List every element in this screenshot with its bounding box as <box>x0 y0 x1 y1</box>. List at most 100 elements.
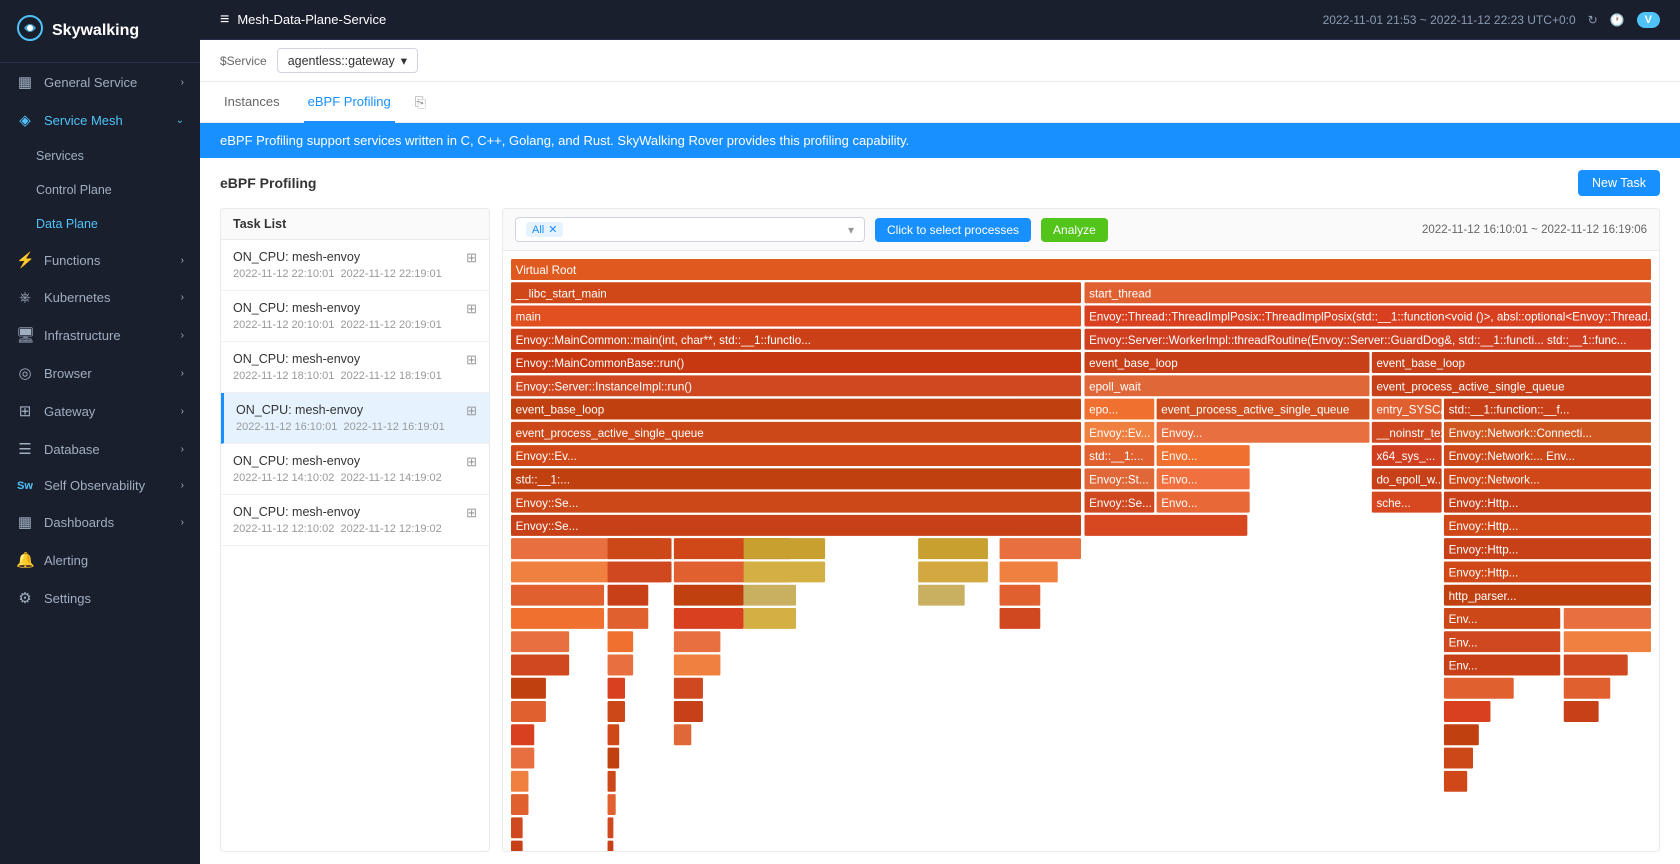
sidebar-item-control-plane[interactable]: Control Plane <box>0 173 200 207</box>
sidebar-item-label: Gateway <box>44 404 95 419</box>
svg-text:Envoy::Network:... Env...: Envoy::Network:... Env... <box>1449 450 1575 463</box>
svg-text:Envoy::Network...: Envoy::Network... <box>1449 474 1540 487</box>
task-item[interactable]: ON_CPU: mesh-envoy 2022-11-12 14:10:02 2… <box>221 444 489 495</box>
analyze-button[interactable]: Analyze <box>1041 218 1108 242</box>
chevron-right-icon: › <box>181 444 184 455</box>
sidebar-item-services[interactable]: Services <box>0 139 200 173</box>
chevron-down-icon: ⌄ <box>176 115 184 126</box>
chevron-right-icon: › <box>181 292 184 303</box>
sidebar-item-functions[interactable]: ⚡ Functions › <box>0 241 200 279</box>
gateway-icon: ⊞ <box>16 402 34 420</box>
svg-text:Envoy::Http...: Envoy::Http... <box>1449 520 1519 533</box>
tab-instances[interactable]: Instances <box>220 82 284 123</box>
sidebar-item-general-service[interactable]: ▦ General Service › <box>0 63 200 101</box>
task-detail-icon[interactable]: ⊞ <box>466 250 477 266</box>
svg-text:Env...: Env... <box>1449 660 1478 673</box>
toggle-button[interactable]: V <box>1637 12 1660 28</box>
time-icon[interactable]: 🕐 <box>1610 13 1625 27</box>
main-content: ≡ Mesh-Data-Plane-Service 2022-11-01 21:… <box>200 0 1680 864</box>
refresh-icon[interactable]: ↻ <box>1588 13 1598 27</box>
svg-text:start_thread: start_thread <box>1089 287 1151 300</box>
chevron-right-icon: › <box>181 480 184 491</box>
infrastructure-icon: 🖥 <box>16 326 34 344</box>
service-selector[interactable]: agentless::gateway ▾ <box>277 48 418 73</box>
general-service-icon: ▦ <box>16 73 34 91</box>
new-task-button[interactable]: New Task <box>1578 170 1660 196</box>
task-detail-icon[interactable]: ⊞ <box>466 352 477 368</box>
logo-icon <box>16 14 44 48</box>
header-right: 2022-11-01 21:53 ~ 2022-11-12 22:23 UTC+… <box>1323 12 1660 28</box>
functions-icon: ⚡ <box>16 251 34 269</box>
flamegraph-toolbar: All ✕ ▾ Click to select processes Analyz… <box>503 209 1659 251</box>
svg-text:Envoy::Se...: Envoy::Se... <box>1089 497 1152 510</box>
task-detail-icon[interactable]: ⊞ <box>466 454 477 470</box>
svg-text:std::__1:...: std::__1:... <box>516 474 570 487</box>
tag-close-icon[interactable]: ✕ <box>548 223 557 236</box>
task-item[interactable]: ON_CPU: mesh-envoy 2022-11-12 12:10:02 2… <box>221 495 489 546</box>
sidebar-item-database[interactable]: ☰ Database › <box>0 430 200 468</box>
svg-text:do_epoll_w...: do_epoll_w... <box>1376 474 1444 487</box>
svg-text:Envoy...: Envoy... <box>1161 427 1202 440</box>
info-banner: eBPF Profiling support services written … <box>200 123 1680 158</box>
sidebar-item-label: Functions <box>44 253 100 268</box>
flamegraph-canvas[interactable]: Virtual Root __libc_start_main start_thr… <box>503 251 1659 851</box>
sidebar-item-kubernetes[interactable]: ⎈ Kubernetes › <box>0 279 200 316</box>
sidebar-item-settings[interactable]: ⚙ Settings <box>0 579 200 617</box>
sidebar-item-self-observability[interactable]: Sw Self Observability › <box>0 468 200 503</box>
sidebar-sub-label: Data Plane <box>36 217 98 231</box>
svg-text:Envoy::Ev...: Envoy::Ev... <box>1089 427 1150 440</box>
top-header: ≡ Mesh-Data-Plane-Service 2022-11-01 21:… <box>200 0 1680 40</box>
svg-text:Envoy::MainCommon::main(int, c: Envoy::MainCommon::main(int, char**, std… <box>516 334 811 347</box>
page-title-area: ≡ Mesh-Data-Plane-Service <box>220 11 386 29</box>
time-range-display: 2022-11-12 16:10:01 ~ 2022-11-12 16:19:0… <box>1422 224 1647 236</box>
sidebar-item-dashboards[interactable]: ▦ Dashboards › <box>0 503 200 541</box>
task-item-selected[interactable]: ON_CPU: mesh-envoy 2022-11-12 16:10:01 2… <box>221 393 489 444</box>
dropdown-arrow: ▾ <box>848 223 854 237</box>
sidebar-item-data-plane[interactable]: Data Plane <box>0 207 200 241</box>
sidebar-item-label: Alerting <box>44 553 88 568</box>
svg-text:http_parser...: http_parser... <box>1449 590 1517 603</box>
svg-text:Envо...: Envо... <box>1161 474 1197 487</box>
svg-text:Envо...: Envо... <box>1161 450 1197 463</box>
svg-text:Envoy::St...: Envoy::St... <box>1089 474 1148 487</box>
svg-text:Envoy::MainCommonBase::run(): Envoy::MainCommonBase::run() <box>516 357 685 370</box>
svg-text:Envoy::Http...: Envoy::Http... <box>1449 567 1519 580</box>
sidebar-item-label: Kubernetes <box>44 290 111 305</box>
service-label: $Service <box>220 54 267 68</box>
sidebar-item-label: Infrastructure <box>44 328 121 343</box>
svg-text:event_process_active_single_qu: event_process_active_single_queue <box>1376 380 1564 393</box>
sidebar-item-service-mesh[interactable]: ◈ Service Mesh ⌄ <box>0 101 200 139</box>
task-detail-icon[interactable]: ⊞ <box>466 301 477 317</box>
database-icon: ☰ <box>16 440 34 458</box>
svg-text:std::__1:...: std::__1:... <box>1089 450 1143 463</box>
info-banner-text: eBPF Profiling support services written … <box>220 133 909 148</box>
svg-text:std::__1::function::__f...: std::__1::function::__f... <box>1449 404 1570 417</box>
svg-text:Env...: Env... <box>1449 613 1478 626</box>
svg-text:epoll_wait: epoll_wait <box>1089 380 1141 393</box>
sidebar-item-label: Dashboards <box>44 515 114 530</box>
sidebar-sub-label: Control Plane <box>36 183 112 197</box>
task-list-header: Task List <box>221 209 489 240</box>
sidebar-item-browser[interactable]: ◎ Browser › <box>0 354 200 392</box>
task-item[interactable]: ON_CPU: mesh-envoy 2022-11-12 20:10:01 2… <box>221 291 489 342</box>
svg-text:Envoy::Server::InstanceImpl::r: Envoy::Server::InstanceImpl::run() <box>516 380 693 393</box>
svg-text:Envoy::Http...: Envoy::Http... <box>1449 543 1519 556</box>
sidebar-item-label: General Service <box>44 75 137 90</box>
svg-text:Virtual Root: Virtual Root <box>516 264 577 277</box>
sidebar-item-alerting[interactable]: 🔔 Alerting <box>0 541 200 579</box>
tab-ebpf-profiling[interactable]: eBPF Profiling <box>304 82 395 123</box>
copy-icon[interactable]: ⎘ <box>415 94 426 111</box>
sidebar-item-label: Database <box>44 442 100 457</box>
process-select[interactable]: All ✕ ▾ <box>515 217 865 242</box>
sidebar-item-infrastructure[interactable]: 🖥 Infrastructure › <box>0 316 200 354</box>
service-value: agentless::gateway <box>288 54 395 68</box>
task-detail-icon[interactable]: ⊞ <box>466 505 477 521</box>
task-item[interactable]: ON_CPU: mesh-envoy 2022-11-12 18:10:01 2… <box>221 342 489 393</box>
select-processes-button[interactable]: Click to select processes <box>875 218 1031 242</box>
sidebar-item-gateway[interactable]: ⊞ Gateway › <box>0 392 200 430</box>
task-detail-icon[interactable]: ⊞ <box>466 403 477 419</box>
sidebar-item-label: Self Observability <box>44 478 145 493</box>
chevron-right-icon: › <box>181 517 184 528</box>
profiling-body: Task List ON_CPU: mesh-envoy 2022-11-12 … <box>220 208 1660 852</box>
task-item[interactable]: ON_CPU: mesh-envoy 2022-11-12 22:10:01 2… <box>221 240 489 291</box>
